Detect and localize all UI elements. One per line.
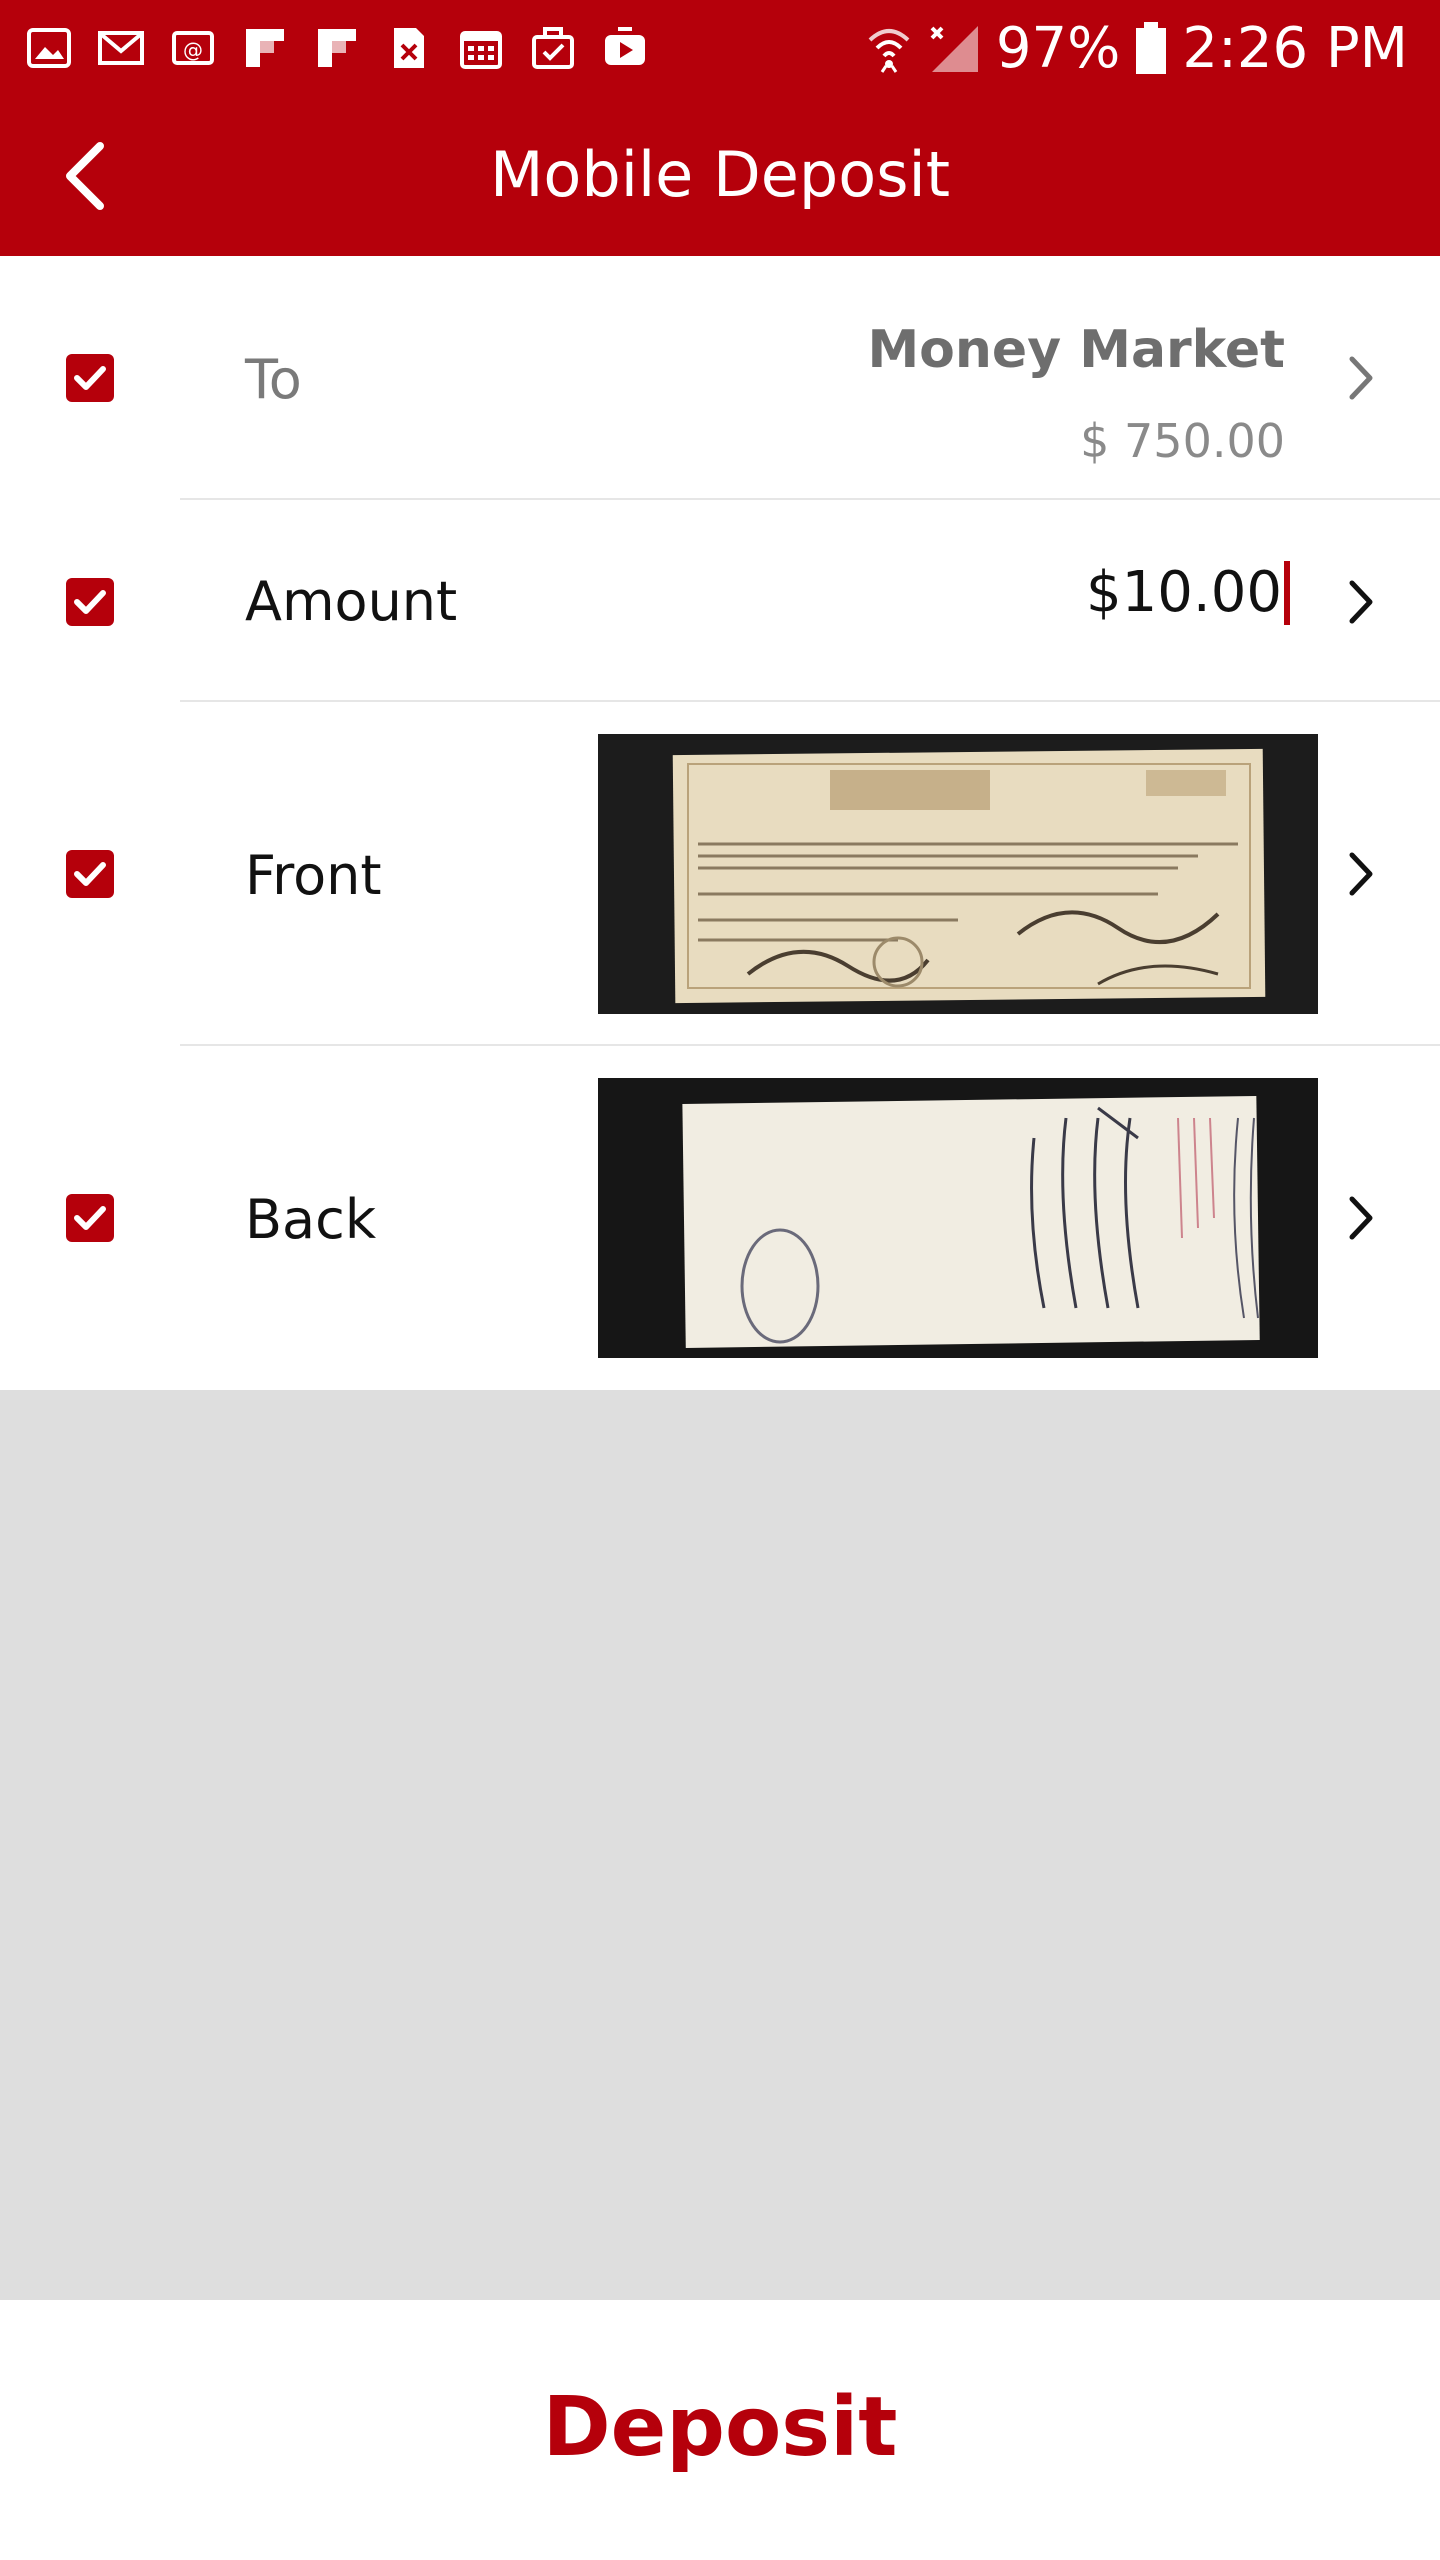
text-cursor — [1284, 560, 1290, 625]
chevron-right-icon[interactable] — [1336, 1188, 1386, 1248]
signal-icon — [930, 26, 978, 72]
back-checkbox[interactable] — [66, 1194, 114, 1242]
back-image-row[interactable]: Back — [0, 1046, 1440, 1390]
check-front-photo — [598, 734, 1318, 1014]
chevron-right-icon[interactable] — [1336, 348, 1386, 408]
gmail-icon — [98, 31, 144, 65]
to-account-balance: $ 750.00 — [1080, 414, 1285, 468]
app-bar: Mobile Deposit — [0, 96, 1440, 256]
amount-input[interactable]: $10.00 — [1086, 560, 1290, 625]
deposit-bar: Deposit — [0, 2300, 1440, 2560]
email-icon: @ — [172, 31, 214, 65]
amount-checkbox[interactable] — [66, 578, 114, 626]
battery-percent: 97% — [995, 15, 1121, 81]
front-checkbox[interactable] — [66, 850, 114, 898]
flipboard-icon — [318, 29, 356, 67]
system-status: 97% 2:26 PM — [866, 10, 1408, 86]
check-icon — [74, 590, 106, 614]
chevron-right-icon[interactable] — [1336, 572, 1386, 632]
deposit-button[interactable]: Deposit — [0, 2380, 1440, 2475]
amount-value: $10.00 — [1086, 560, 1282, 625]
to-account-checkbox[interactable] — [66, 354, 114, 402]
svg-text:@: @ — [183, 38, 203, 62]
notification-icons: @ — [26, 20, 648, 76]
check-icon — [74, 366, 106, 390]
check-front-image[interactable] — [598, 734, 1318, 1014]
to-label: To — [245, 348, 302, 411]
excel-icon — [394, 28, 424, 68]
youtube-icon — [605, 27, 645, 65]
flipboard-icon — [246, 29, 284, 67]
calendar-icon — [460, 31, 502, 69]
to-account-row[interactable]: To Money Market $ 750.00 — [0, 256, 1440, 500]
amount-label: Amount — [245, 570, 458, 633]
check-icon — [74, 862, 106, 886]
front-image-row[interactable]: Front — [0, 702, 1440, 1046]
empty-content-area — [0, 1390, 1440, 2300]
clock: 2:26 PM — [1182, 15, 1408, 81]
check-icon — [74, 1206, 106, 1230]
front-label: Front — [245, 844, 382, 907]
gallery-icon — [27, 28, 71, 68]
page-title: Mobile Deposit — [489, 138, 951, 211]
task-icon — [532, 27, 574, 69]
chevron-right-icon[interactable] — [1336, 844, 1386, 904]
to-account-name: Money Market — [867, 320, 1285, 380]
battery-icon — [1136, 22, 1167, 74]
amount-row[interactable]: Amount $10.00 — [0, 500, 1440, 702]
status-bar: @ 97% 2:26 PM — [0, 0, 1440, 96]
back-label: Back — [245, 1188, 377, 1251]
wifi-icon — [868, 29, 910, 73]
check-back-photo — [598, 1078, 1318, 1358]
check-back-image[interactable] — [598, 1078, 1318, 1358]
